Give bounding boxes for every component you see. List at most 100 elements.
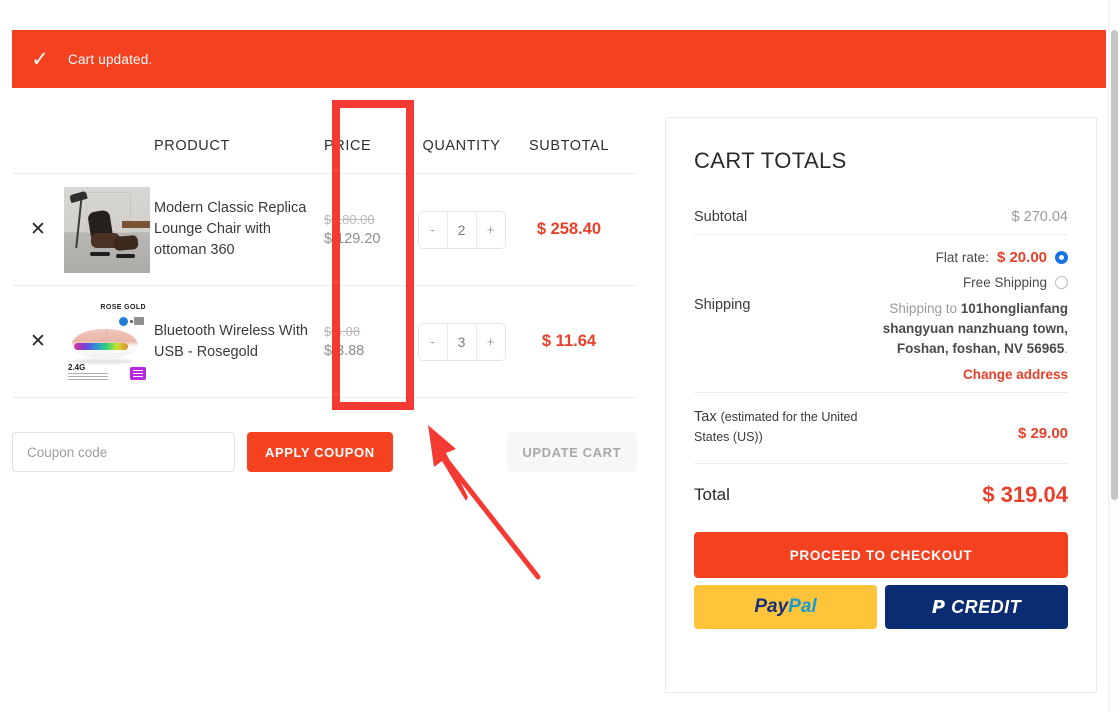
paypal-mark-icon: P <box>931 596 946 618</box>
change-address-link[interactable]: Change address <box>844 367 1068 382</box>
paypal-logo-pal: Pal <box>788 596 817 617</box>
row-subtotal: $ 11.64 <box>541 332 597 350</box>
update-cart-button[interactable]: UPDATE CART <box>506 432 637 472</box>
column-header-product: PRODUCT <box>154 137 230 154</box>
shipping-to-prefix: Shipping to <box>889 301 961 316</box>
shipping-row: Shipping Flat rate: $ 20.00 Free Shippin… <box>694 235 1068 392</box>
quantity-increase-button[interactable]: + <box>476 211 505 248</box>
lounge-chair-photo[interactable] <box>64 186 150 273</box>
shipping-option-flat-rate[interactable]: Flat rate: $ 20.00 <box>844 249 1068 266</box>
subtotal-label: Subtotal <box>694 209 748 225</box>
tax-label: Tax (estimated for the United States (US… <box>694 407 864 447</box>
product-thumbnail-cell[interactable] <box>64 186 154 273</box>
photo-rgb-strip <box>74 343 128 351</box>
total-label: Total <box>694 485 730 504</box>
quantity-value[interactable]: 2 <box>446 211 477 248</box>
price-current: $ 129.20 <box>324 230 381 247</box>
bluetooth-icon <box>119 316 128 326</box>
page-scrollbar[interactable] <box>1108 0 1120 712</box>
column-header-price: PRICE <box>324 137 372 154</box>
product-subtotal-cell: $ 11.64 <box>509 332 629 351</box>
photo-table <box>122 220 150 228</box>
quantity-increase-button[interactable]: + <box>476 323 505 360</box>
row-subtotal: $ 258.40 <box>536 220 602 238</box>
tax-value: $ 29.00 <box>1017 425 1068 442</box>
cart-page: ✓ Cart updated. PRODUCT PRICE QUANTITY S… <box>0 0 1120 712</box>
remove-item-cell: ✕ <box>12 331 64 352</box>
photo-chair-base <box>89 251 111 256</box>
product-quantity-cell: - 3 + <box>414 322 509 361</box>
close-icon[interactable]: ✕ <box>30 219 46 239</box>
scrollbar-thumb[interactable] <box>1111 30 1118 500</box>
cart-updated-notice: ✓ Cart updated. <box>12 30 1106 88</box>
price-original: $ 4.08 <box>324 323 361 339</box>
product-price-cell: $ 180.00 $ 129.20 <box>324 210 414 250</box>
shipping-options: Flat rate: $ 20.00 Free Shipping Shippin… <box>844 249 1068 382</box>
usb-dongle-icon <box>134 316 144 325</box>
tax-row: Tax (estimated for the United States (US… <box>694 393 1068 463</box>
column-header-subtotal: SUBTOTAL <box>528 137 609 154</box>
product-name-link[interactable]: Modern Classic Replica Lounge Chair with… <box>154 200 306 258</box>
coupon-bar: APPLY COUPON UPDATE CART <box>12 432 637 472</box>
total-value: $ 319.04 <box>982 482 1068 507</box>
quantity-decrease-button[interactable]: - <box>418 211 447 248</box>
cart-totals-title: CART TOTALS <box>694 148 847 173</box>
total-row: Total $ 319.04 <box>694 464 1068 528</box>
cart-totals-panel: CART TOTALS Subtotal $ 270.04 Shipping F… <box>665 117 1097 693</box>
paypal-credit-label: CREDIT <box>951 596 1022 617</box>
quantity-stepper: - 3 + <box>417 322 506 361</box>
subtotal-row: Subtotal $ 270.04 <box>694 200 1068 234</box>
price-original: $ 180.00 <box>324 211 375 227</box>
flat-rate-amount: $ 20.00 <box>996 249 1047 266</box>
product-price-cell: $ 4.08 $ 3.88 <box>324 322 414 362</box>
photo-rose-gold-label: ROSE GOLD <box>100 303 146 311</box>
photo-purple-badge <box>130 366 146 380</box>
paypal-logo-pay: Pay <box>754 596 789 617</box>
photo-lamp-pole <box>74 195 83 249</box>
tax-label-main: Tax <box>694 409 721 425</box>
photo-mouse-button-split <box>106 329 108 341</box>
paypal-logo: PayPal <box>754 596 816 618</box>
shipping-to-suffix: . <box>1064 341 1068 356</box>
photo-ottoman <box>113 235 139 252</box>
coupon-code-input[interactable] <box>12 432 236 472</box>
check-icon: ✓ <box>31 46 49 71</box>
paypal-button[interactable]: PayPal <box>694 585 877 629</box>
price-current: $ 3.88 <box>324 342 365 359</box>
table-row: ✕ Modern Classic Replica Lounge Chair wi… <box>12 174 637 286</box>
free-shipping-radio[interactable] <box>1055 276 1068 289</box>
quantity-stepper: - 2 + <box>417 210 506 249</box>
free-shipping-label: Free Shipping <box>962 275 1047 290</box>
photo-fineprint <box>68 372 108 380</box>
remove-item-cell: ✕ <box>12 219 64 240</box>
shipping-option-free[interactable]: Free Shipping <box>844 275 1068 290</box>
photo-dot-separator <box>130 319 133 323</box>
subtotal-value: $ 270.04 <box>1011 209 1068 225</box>
shipping-address-text: Shipping to 101honglianfang shangyuan na… <box>844 299 1068 359</box>
column-header-quantity: QUANTITY <box>422 137 501 154</box>
product-subtotal-cell: $ 258.40 <box>509 220 629 239</box>
close-icon[interactable]: ✕ <box>30 331 46 351</box>
flat-rate-label: Flat rate: <box>935 250 989 265</box>
photo-24g-label: 2.4G <box>68 362 86 372</box>
flat-rate-radio[interactable] <box>1055 251 1068 264</box>
shipping-label: Shipping <box>694 297 751 313</box>
product-name-link[interactable]: Bluetooth Wireless With USB - Rosegold <box>154 323 308 360</box>
paypal-credit-button[interactable]: P CREDIT <box>885 585 1068 629</box>
table-row: ✕ ROSE GOLD 2.4G Bluetooth Wireless With… <box>12 286 637 398</box>
product-thumbnail-cell[interactable]: ROSE GOLD 2.4G <box>64 298 154 385</box>
apply-coupon-button[interactable]: APPLY COUPON <box>247 432 393 472</box>
product-name-cell: Bluetooth Wireless With USB - Rosegold <box>154 321 324 363</box>
wireless-mouse-photo[interactable]: ROSE GOLD 2.4G <box>64 298 150 385</box>
quantity-value[interactable]: 3 <box>446 323 477 360</box>
cart-table: PRODUCT PRICE QUANTITY SUBTOTAL ✕ Modern… <box>12 118 637 398</box>
paypal-buttons: PayPal P CREDIT <box>694 585 1068 629</box>
photo-lamp-head <box>69 190 88 203</box>
quantity-decrease-button[interactable]: - <box>418 323 447 360</box>
product-quantity-cell: - 2 + <box>414 210 509 249</box>
proceed-to-checkout-button[interactable]: PROCEED TO CHECKOUT <box>694 532 1068 578</box>
notice-message: Cart updated. <box>68 51 153 67</box>
product-name-cell: Modern Classic Replica Lounge Chair with… <box>154 198 324 261</box>
photo-ottoman-base <box>115 253 135 258</box>
table-header-row: PRODUCT PRICE QUANTITY SUBTOTAL <box>12 118 637 174</box>
